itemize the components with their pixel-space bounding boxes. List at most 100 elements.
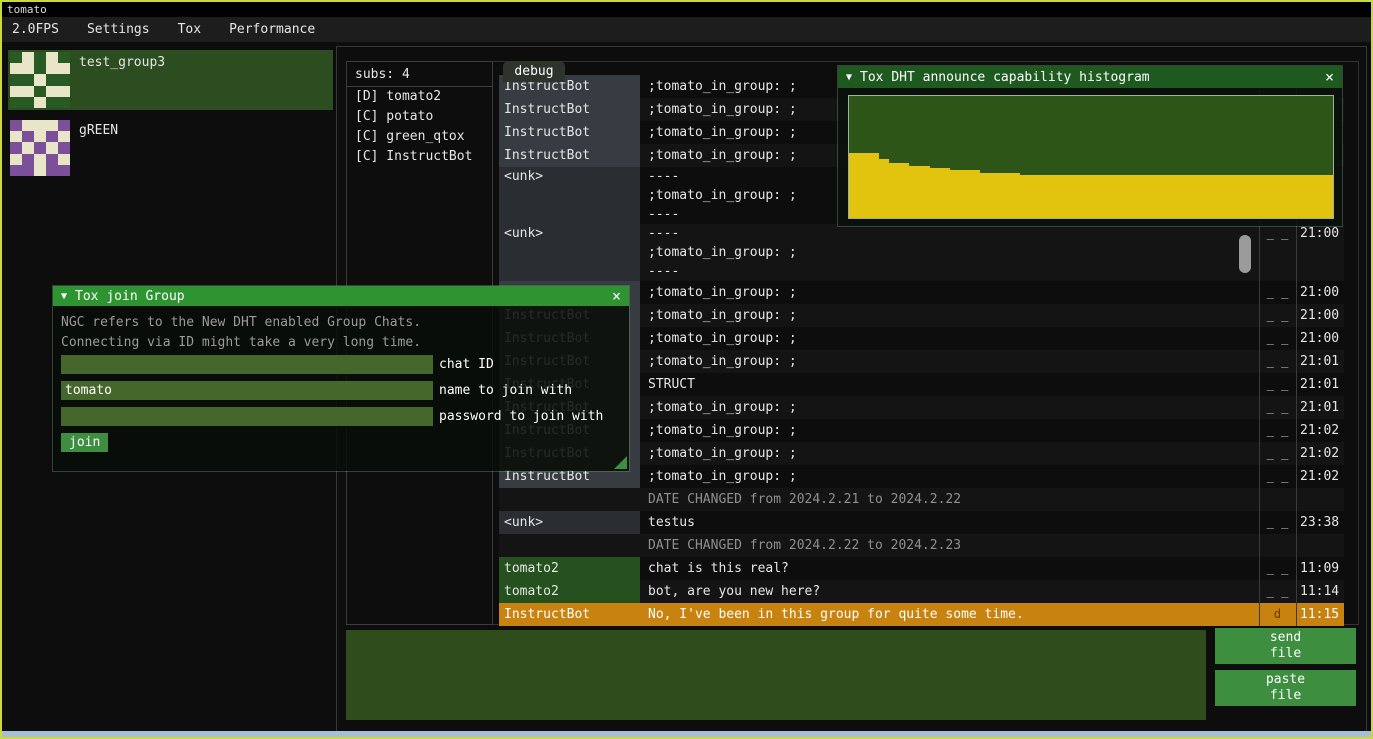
avatar-pixel [10, 52, 22, 63]
message-cell: ;tomato_in_group: ; [640, 465, 1259, 488]
avatar-pixel [34, 63, 46, 74]
histogram-bar [1272, 175, 1282, 218]
avatar-pixel [22, 154, 34, 165]
window-titlebar[interactable]: tomato [2, 2, 1371, 17]
time-cell: 21:00 [1296, 281, 1344, 304]
message-row[interactable]: <unk>----;tomato_in_group: ;----_ _21:00 [499, 224, 1344, 281]
sender-cell: InstructBot [499, 144, 640, 167]
histogram-bar [1061, 175, 1071, 218]
tab-debug[interactable]: debug [503, 62, 565, 82]
avatar-pixel [10, 63, 22, 74]
system-row: DATE CHANGED from 2024.2.22 to 2024.2.23 [499, 534, 1344, 557]
avatar-pixel [22, 63, 34, 74]
message-row[interactable]: InstructBotNo, I've been in this group f… [499, 603, 1344, 626]
histogram-bar [930, 168, 940, 218]
message-cell: ;tomato_in_group: ; [640, 281, 1259, 304]
histogram-bar [1051, 175, 1061, 218]
avatar-pixel [58, 52, 70, 63]
close-icon[interactable]: × [1325, 68, 1334, 86]
histogram-bar [1091, 175, 1101, 218]
join-button[interactable]: join [61, 433, 108, 452]
sender-cell [499, 488, 640, 511]
avatar-pixel [34, 86, 46, 97]
flags-cell: _ _ [1259, 327, 1296, 350]
join-field-row: password to join with [61, 407, 603, 426]
avatar-pixel [46, 97, 58, 108]
group-item-gREEN[interactable]: gREEN [8, 118, 333, 178]
collapse-icon[interactable]: ▼ [846, 72, 852, 83]
chat-id-input[interactable] [61, 355, 433, 374]
histogram-bar [1081, 175, 1091, 218]
time-cell: 23:38 [1296, 511, 1344, 534]
join-group-window: ▼ Tox join Group × NGC refers to the New… [52, 285, 630, 472]
histogram-bar [1131, 175, 1141, 218]
flags-cell: _ _ [1259, 281, 1296, 304]
system-message: DATE CHANGED from 2024.2.22 to 2024.2.23 [640, 534, 1259, 557]
histogram-bar [879, 159, 889, 218]
system-message: DATE CHANGED from 2024.2.21 to 2024.2.22 [640, 488, 1259, 511]
avatar-pixel [46, 86, 58, 97]
message-cell: testus [640, 511, 1259, 534]
close-icon[interactable]: × [612, 287, 621, 305]
message-cell: No, I've been in this group for quite so… [640, 603, 1259, 626]
collapse-icon[interactable]: ▼ [61, 291, 67, 302]
flags-cell: _ _ [1259, 557, 1296, 580]
join-info-line: NGC refers to the New DHT enabled Group … [53, 306, 629, 333]
time-cell: 21:02 [1296, 442, 1344, 465]
dht-histogram-titlebar[interactable]: ▼ Tox DHT announce capability histogram … [838, 66, 1342, 88]
message-row[interactable]: tomato2bot, are you new here?_ _11:14 [499, 580, 1344, 603]
menu-performance[interactable]: Performance [229, 22, 315, 37]
paste-file-button[interactable]: paste file [1215, 670, 1356, 706]
avatar-pixel [22, 142, 34, 153]
member-item-potato[interactable]: [C] potato [347, 107, 492, 127]
resize-grip-icon[interactable] [614, 456, 627, 469]
dht-histogram-window: ▼ Tox DHT announce capability histogram … [837, 65, 1343, 227]
histogram-bar [1303, 175, 1313, 218]
avatar-pixel [10, 165, 22, 176]
member-item-InstructBot[interactable]: [C] InstructBot [347, 147, 492, 167]
window-resize-border [2, 731, 1371, 737]
message-cell: ;tomato_in_group: ; [640, 350, 1259, 373]
avatar-pixel [58, 142, 70, 153]
message-cell: chat is this real? [640, 557, 1259, 580]
histogram-bar [1182, 175, 1192, 218]
message-row[interactable]: <unk>testus_ _23:38 [499, 511, 1344, 534]
time-cell: 21:01 [1296, 350, 1344, 373]
histogram-bar [1192, 175, 1202, 218]
menu-settings[interactable]: Settings [87, 22, 150, 37]
flags-cell [1259, 488, 1296, 511]
message-cell: bot, are you new here? [640, 580, 1259, 603]
join-name-input[interactable] [61, 381, 433, 400]
flags-cell: _ _ [1259, 465, 1296, 488]
flags-cell: _ _ [1259, 304, 1296, 327]
message-input[interactable] [346, 630, 1206, 720]
avatar-pixel [34, 142, 46, 153]
message-cell: ;tomato_in_group: ; [640, 419, 1259, 442]
avatar-pixel [58, 120, 70, 131]
flags-cell: _ _ [1259, 396, 1296, 419]
message-row[interactable]: tomato2chat is this real?_ _11:09 [499, 557, 1344, 580]
send-file-button[interactable]: send file [1215, 628, 1356, 664]
app-window: tomato 2.0FPS Settings Tox Performance t… [0, 0, 1373, 739]
join-password-input[interactable] [61, 407, 433, 426]
avatar-pixel [10, 97, 22, 108]
group-avatar [10, 120, 70, 176]
avatar-pixel [58, 154, 70, 165]
avatar-pixel [10, 120, 22, 131]
avatar-pixel [46, 120, 58, 131]
group-item-test_group3[interactable]: test_group3 [8, 50, 333, 110]
message-cell: ;tomato_in_group: ; [640, 327, 1259, 350]
member-item-tomato2[interactable]: [D] tomato2 [347, 87, 492, 107]
avatar-pixel [34, 97, 46, 108]
menu-tox[interactable]: Tox [178, 22, 201, 37]
join-group-titlebar[interactable]: ▼ Tox join Group × [53, 286, 629, 306]
sender-cell: <unk> [499, 167, 640, 224]
time-cell [1296, 488, 1344, 511]
sender-cell: tomato2 [499, 557, 640, 580]
member-item-green_qtox[interactable]: [C] green_qtox [347, 127, 492, 147]
message-line: ;tomato_in_group: ; [648, 243, 1251, 262]
members-count: subs: 4 [347, 62, 492, 87]
histogram-plot[interactable] [848, 95, 1334, 219]
flags-cell: _ _ [1259, 224, 1296, 281]
chat-scrollbar[interactable] [1239, 235, 1251, 273]
